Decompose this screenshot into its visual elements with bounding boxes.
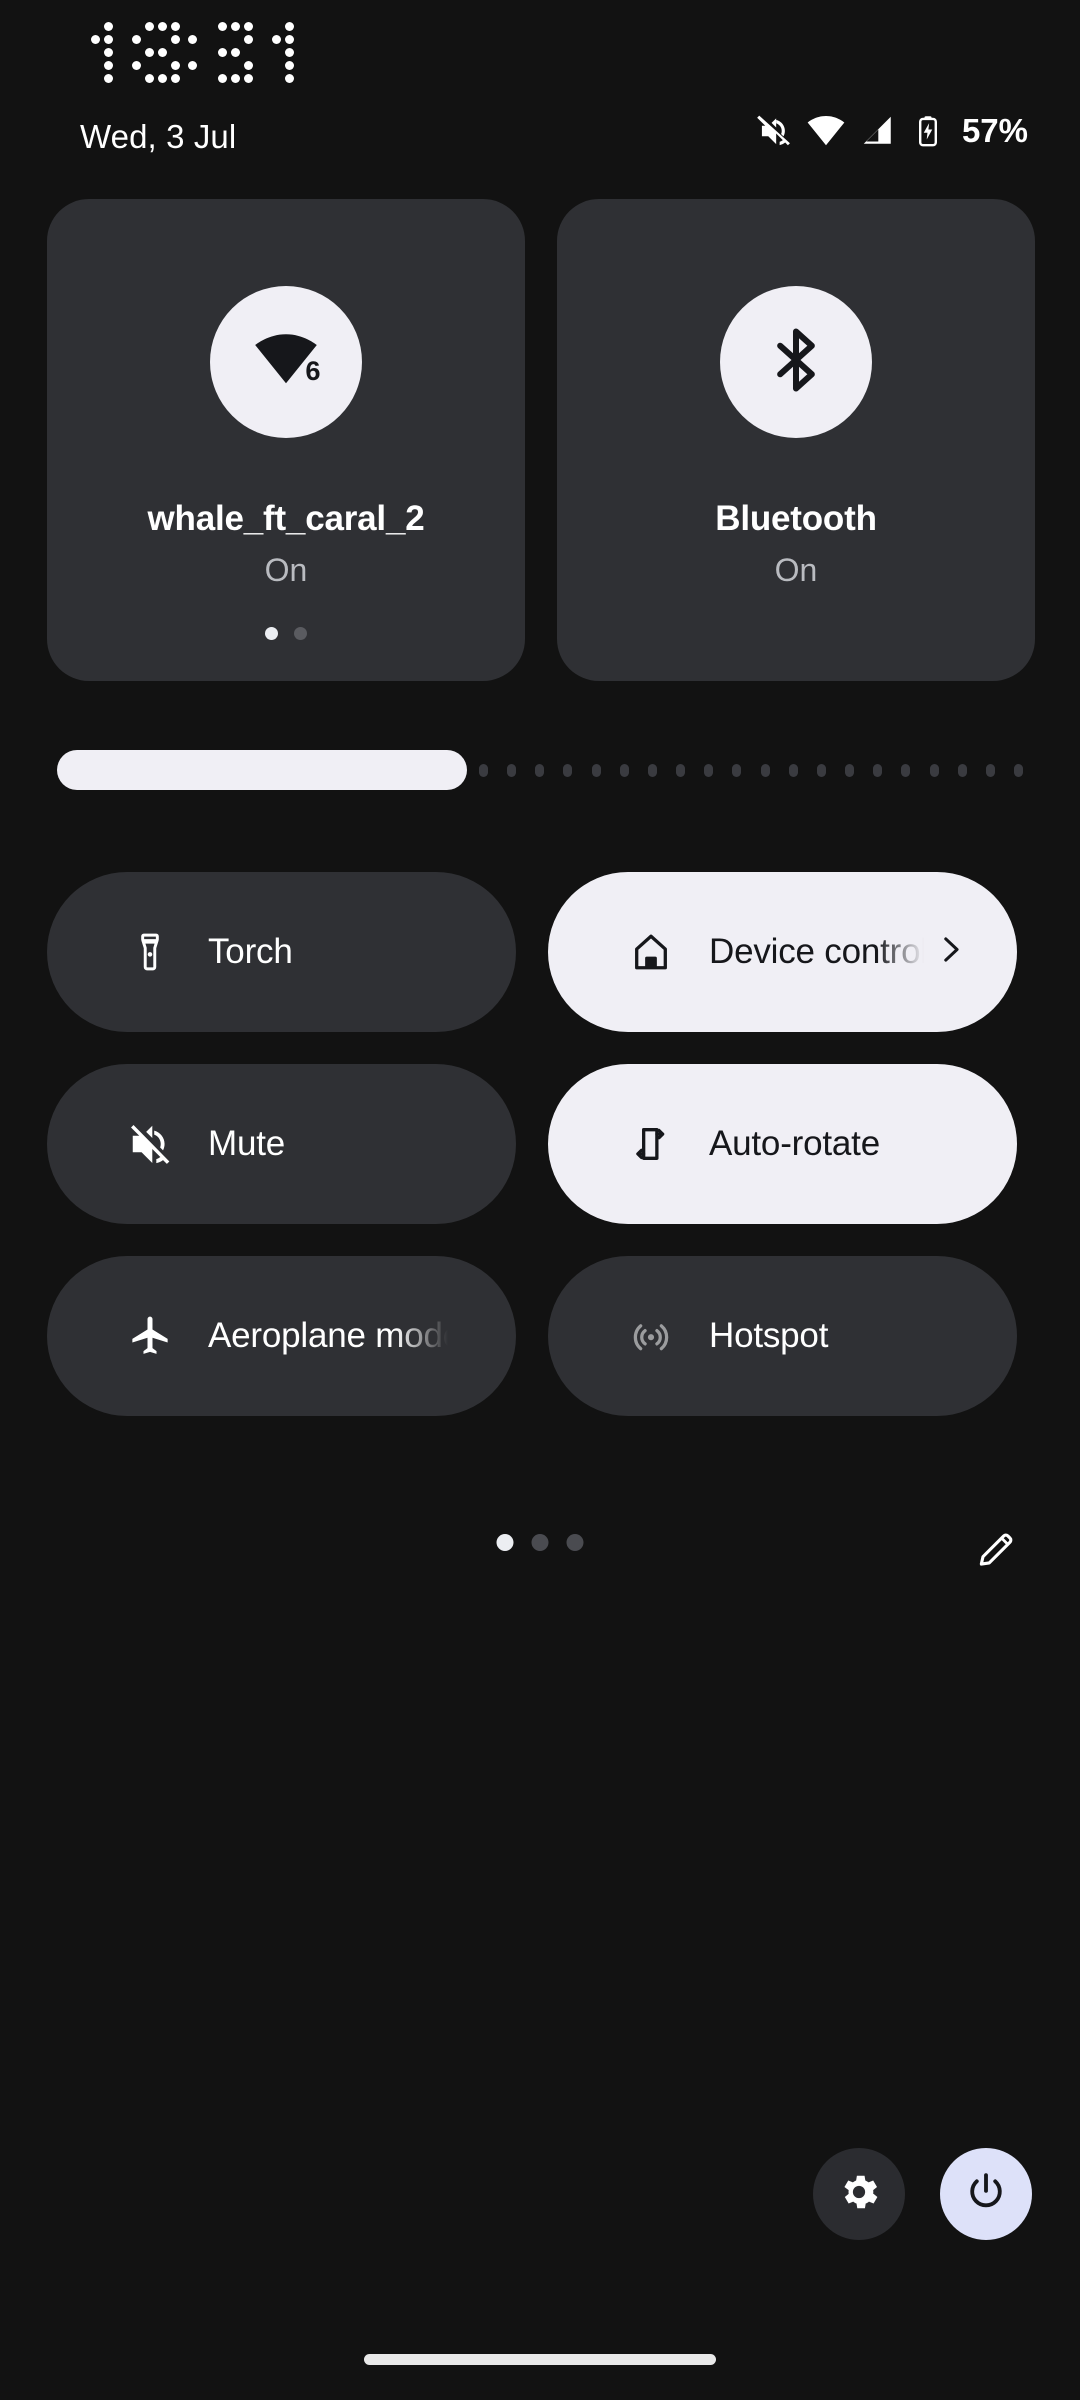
chevron-right-icon[interactable]	[933, 933, 967, 972]
clock-digit-2	[132, 22, 180, 83]
bluetooth-tile-state: On	[774, 552, 818, 588]
gear-icon	[836, 2169, 882, 2220]
tile-torch[interactable]: Torch	[47, 872, 516, 1032]
tile-device-controls[interactable]: Device controls	[548, 872, 1017, 1032]
pencil-edit-icon	[974, 1527, 1018, 1576]
primary-tiles-row: 6 whale_ft_caral_2 On Bluetooth On	[47, 199, 1035, 681]
system-icons: 57%	[754, 112, 1028, 150]
notifications-silenced-icon	[754, 112, 792, 150]
wifi-tile-icon-circle: 6	[210, 286, 362, 438]
page-indicator[interactable]	[496, 1534, 584, 1551]
flashlight-icon	[125, 930, 175, 974]
bluetooth-icon	[758, 322, 834, 403]
settings-button[interactable]	[813, 2148, 905, 2240]
wifi-page-dot-1[interactable]	[265, 627, 278, 640]
brightness-slider-fill[interactable]	[57, 750, 467, 790]
tile-mute[interactable]: Mute	[47, 1064, 516, 1224]
wifi-page-dot-2[interactable]	[294, 627, 307, 640]
quick-settings-footer	[0, 1520, 1080, 1576]
page-dot-1[interactable]	[496, 1534, 514, 1551]
tile-bluetooth[interactable]: Bluetooth On	[557, 199, 1035, 681]
tile-auto-rotate[interactable]: Auto-rotate	[548, 1064, 1017, 1224]
airplane-icon	[125, 1313, 175, 1359]
power-icon	[963, 2169, 1009, 2220]
tile-torch-label: Torch	[208, 932, 293, 971]
tile-mute-label: Mute	[208, 1124, 286, 1163]
brightness-slider-track[interactable]	[479, 750, 1023, 790]
clock-digit-4	[259, 22, 307, 83]
power-button[interactable]	[940, 2148, 1032, 2240]
page-dot-3[interactable]	[566, 1534, 584, 1551]
brightness-slider[interactable]	[57, 750, 1023, 790]
tile-aeroplane-mode-label: Aeroplane mode	[208, 1316, 448, 1355]
clock-digit-1	[78, 22, 126, 83]
tile-hotspot-label: Hotspot	[709, 1316, 829, 1355]
gesture-navigation-bar[interactable]	[364, 2354, 716, 2365]
svg-text:6: 6	[305, 355, 320, 386]
wifi-6-icon: 6	[243, 317, 329, 408]
volume-off-icon	[125, 1121, 175, 1167]
tile-aeroplane-mode[interactable]: Aeroplane mode	[47, 1256, 516, 1416]
clock-colon	[188, 22, 197, 83]
tile-hotspot[interactable]: Hotspot	[548, 1256, 1017, 1416]
status-bar: Wed, 3 Jul 57%	[0, 0, 1080, 170]
bluetooth-tile-icon-circle	[720, 286, 872, 438]
battery-percent-label: 57%	[961, 112, 1028, 149]
clock-digit-3	[205, 22, 253, 83]
cellular-signal-icon	[860, 113, 896, 149]
bottom-actions	[813, 2148, 1032, 2240]
edit-tiles-button[interactable]	[970, 1525, 1022, 1577]
quick-settings-grid: Torch Device controls Mute Auto-rotate A…	[47, 872, 1017, 1416]
battery-charging-icon	[911, 114, 945, 148]
wifi-tile-page-dots[interactable]	[47, 627, 525, 640]
date-text: Wed, 3 Jul	[80, 118, 237, 155]
screen-rotate-icon	[626, 1122, 676, 1166]
tile-wifi[interactable]: 6 whale_ft_caral_2 On	[47, 199, 525, 681]
page-dot-2[interactable]	[531, 1534, 549, 1551]
tile-device-controls-label: Device controls	[709, 932, 924, 971]
wifi-icon	[807, 112, 845, 150]
wifi-tile-state: On	[264, 552, 308, 588]
bluetooth-tile-label: Bluetooth	[715, 499, 877, 538]
home-icon	[626, 930, 676, 974]
wifi-tile-label: whale_ft_caral_2	[147, 499, 425, 538]
hotspot-icon	[626, 1313, 676, 1359]
tile-auto-rotate-label: Auto-rotate	[709, 1124, 880, 1163]
dot-matrix-clock	[78, 22, 307, 83]
